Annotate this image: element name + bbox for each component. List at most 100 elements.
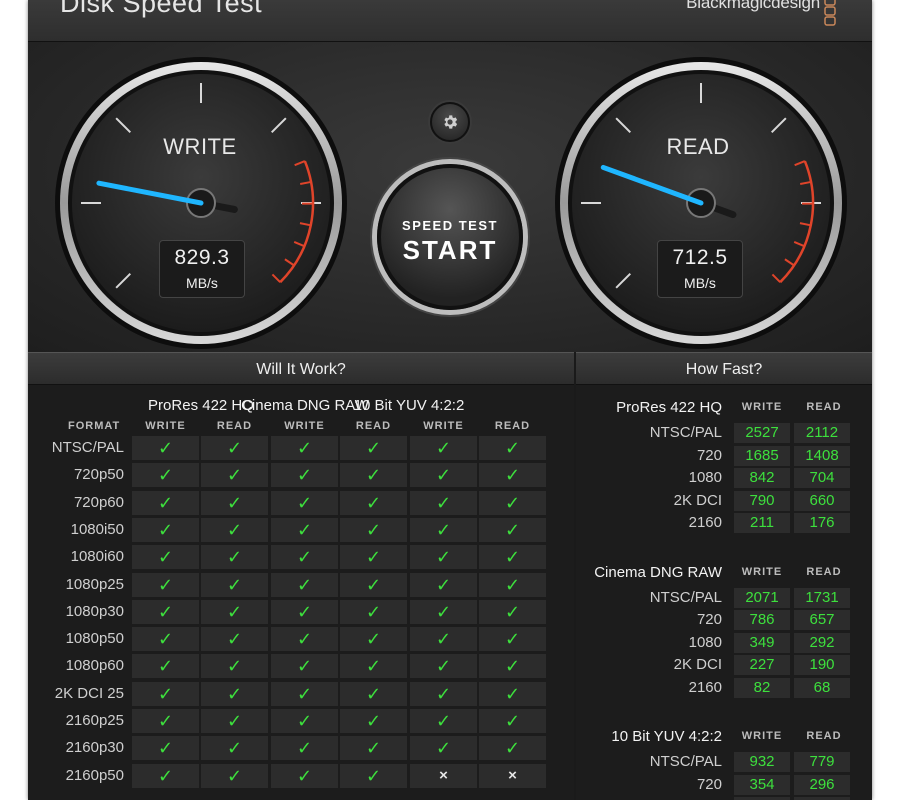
start-button[interactable]: SPEED TEST START (377, 164, 523, 310)
will-read-header: READ (216, 420, 253, 432)
check-icon: ✓ (271, 736, 338, 761)
will-row-format: 720p60 (73, 493, 124, 511)
check-icon: ✓ (132, 654, 199, 679)
check-icon: ✓ (201, 599, 268, 624)
fast-row-format: NTSC/PAL (649, 753, 722, 770)
fast-group-title: Cinema DNG RAW (594, 563, 722, 581)
check-icon: ✓ (201, 736, 268, 761)
check-icon: ✓ (132, 681, 199, 706)
check-icon: ✓ (340, 681, 407, 706)
fast-read-value: 292 (794, 632, 850, 653)
check-icon: ✓ (271, 599, 338, 624)
check-icon: ✓ (201, 517, 268, 542)
check-icon: ✓ (410, 463, 477, 488)
gauge-panel: WRITE 829.3 MB/s READ 712.5 MB/s SPEED T… (28, 42, 872, 352)
disk-speed-test-window: Disk Speed Test Blackmagicdesign WRITE 8… (28, 0, 872, 800)
fast-read-header: READ (806, 401, 842, 413)
fast-write-value: 2071 (734, 587, 790, 608)
fast-write-value: 354 (734, 774, 790, 795)
check-icon: ✓ (340, 572, 407, 597)
cross-icon: × (410, 763, 477, 788)
check-icon: ✓ (340, 463, 407, 488)
fast-write-value: 211 (734, 513, 790, 533)
check-icon: ✓ (132, 490, 199, 515)
check-icon: ✓ (340, 627, 407, 652)
write-speed-readout: 829.3 MB/s (159, 240, 245, 298)
how-fast-panel: How Fast? ProRes 422 HQ WRITE READ NTSC/PAL… (576, 352, 872, 800)
will-group-title: 10 Bit YUV 4:2:2 (353, 397, 465, 414)
fast-read-value: 1731 (794, 587, 850, 608)
fast-write-value: 842 (734, 468, 790, 488)
will-write-header: WRITE (284, 420, 325, 432)
gear-icon (444, 115, 458, 129)
write-speed-value: 829.3 (174, 246, 230, 269)
check-icon: ✓ (201, 545, 268, 570)
check-icon: ✓ (410, 654, 477, 679)
check-icon: ✓ (479, 681, 546, 706)
read-speed-readout: 712.5 MB/s (657, 240, 743, 298)
check-icon: ✓ (132, 763, 199, 788)
fast-read-value: 779 (794, 752, 850, 772)
check-icon: ✓ (479, 545, 546, 570)
fast-write-header: WRITE (741, 401, 783, 413)
check-icon: ✓ (132, 709, 199, 733)
fast-write-header: WRITE (741, 565, 783, 578)
will-row-format: 1080p60 (65, 657, 124, 675)
check-icon: ✓ (410, 572, 477, 597)
check-icon: ✓ (340, 490, 407, 515)
fast-row-format: NTSC/PAL (649, 588, 722, 606)
settings-button[interactable] (430, 102, 470, 142)
will-write-header: WRITE (145, 420, 186, 432)
fast-write-header: WRITE (741, 730, 783, 742)
check-icon: ✓ (340, 545, 407, 570)
will-row-format: 2160p25 (65, 712, 124, 729)
check-icon: ✓ (479, 627, 546, 652)
check-icon: ✓ (201, 709, 268, 733)
fast-row-format: 2160 (688, 514, 722, 531)
fast-group-title: ProRes 422 HQ (616, 399, 722, 416)
fast-row-format: 2160 (688, 678, 722, 696)
check-icon: ✓ (410, 736, 477, 761)
will-row-format: 1080i50 (70, 520, 124, 538)
check-icon: ✓ (410, 490, 477, 515)
write-gauge-label: WRITE (163, 134, 237, 159)
check-icon: ✓ (132, 436, 199, 460)
check-icon: ✓ (201, 627, 268, 652)
check-icon: ✓ (271, 681, 338, 706)
check-icon: ✓ (479, 709, 546, 733)
fast-row-format: 1080 (688, 469, 722, 486)
check-icon: ✓ (479, 736, 546, 761)
check-icon: ✓ (132, 463, 199, 488)
check-icon: ✓ (201, 681, 268, 706)
check-icon: ✓ (201, 490, 268, 515)
check-icon: ✓ (271, 763, 338, 788)
read-gauge-label: READ (666, 134, 730, 159)
title-bar: Disk Speed Test Blackmagicdesign (28, 0, 872, 42)
check-icon: ✓ (271, 627, 338, 652)
fast-read-value: 176 (794, 513, 850, 533)
will-row-format: 1080p25 (65, 575, 124, 593)
how-fast-header: How Fast? (576, 352, 872, 385)
check-icon: ✓ (132, 736, 199, 761)
fast-write-value: 227 (734, 655, 790, 675)
check-icon: ✓ (410, 436, 477, 460)
fast-write-value: 2527 (734, 423, 790, 443)
write-speed-unit: MB/s (186, 275, 218, 291)
check-icon: ✓ (479, 517, 546, 542)
check-icon: ✓ (271, 709, 338, 733)
will-read-header: READ (494, 420, 531, 432)
check-icon: ✓ (132, 627, 199, 652)
fast-read-value: 296 (794, 774, 850, 795)
brand-name: Blackmagicdesign (686, 0, 820, 12)
check-icon: ✓ (271, 463, 338, 488)
fast-read-value: 660 (794, 490, 850, 511)
check-icon: ✓ (271, 490, 338, 515)
check-icon: ✓ (271, 436, 338, 460)
brand-logo-icon (824, 0, 836, 26)
will-row-format: 2K DCI 25 (54, 684, 124, 702)
fast-read-value: 2112 (794, 423, 850, 443)
fast-read-value: 657 (794, 610, 850, 630)
will-it-work-header: Will It Work? (28, 352, 574, 385)
fast-write-value: 82 (734, 677, 790, 698)
will-it-work-panel: Will It Work? FORMAT ProRes 422 HQ WRITE R… (28, 352, 574, 800)
